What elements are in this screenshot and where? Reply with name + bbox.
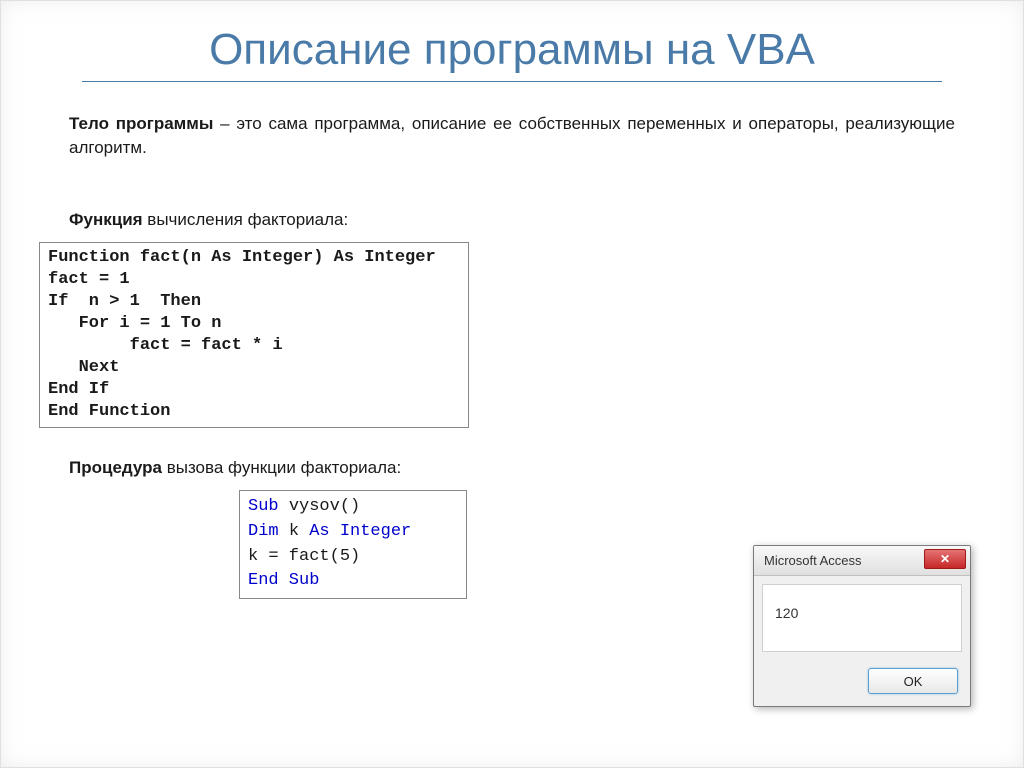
message-box-dialog: Microsoft Access ✕ 120 OK xyxy=(753,545,971,707)
dialog-footer: OK xyxy=(754,660,970,706)
subtitle1-rest: вычисления факториала: xyxy=(143,210,349,229)
ok-button[interactable]: OK xyxy=(868,668,958,694)
code-block-function: Function fact(n As Integer) As Integer f… xyxy=(39,242,469,429)
close-button[interactable]: ✕ xyxy=(924,549,966,569)
dialog-body: 120 xyxy=(762,584,962,652)
dialog-title: Microsoft Access xyxy=(764,553,862,568)
subtitle-function: Функция вычисления факториала: xyxy=(1,160,1023,242)
subtitle1-bold: Функция xyxy=(69,210,143,229)
code-block-procedure: Sub vysov() Dim k As Integer k = fact(5)… xyxy=(239,490,467,599)
dialog-value: 120 xyxy=(775,605,798,621)
dialog-titlebar[interactable]: Microsoft Access ✕ xyxy=(754,546,970,576)
close-icon: ✕ xyxy=(940,552,950,566)
subtitle2-bold: Процедура xyxy=(69,458,162,477)
subtitle-procedure: Процедура вызова функции факториала: xyxy=(1,428,1023,490)
slide-title: Описание программы на VBA xyxy=(1,1,1023,81)
description-bold: Тело программы xyxy=(69,114,213,133)
subtitle2-rest: вызова функции факториала: xyxy=(162,458,401,477)
description-paragraph: Тело программы – это сама программа, опи… xyxy=(1,82,1023,160)
slide-container: Описание программы на VBA Тело программы… xyxy=(0,0,1024,768)
